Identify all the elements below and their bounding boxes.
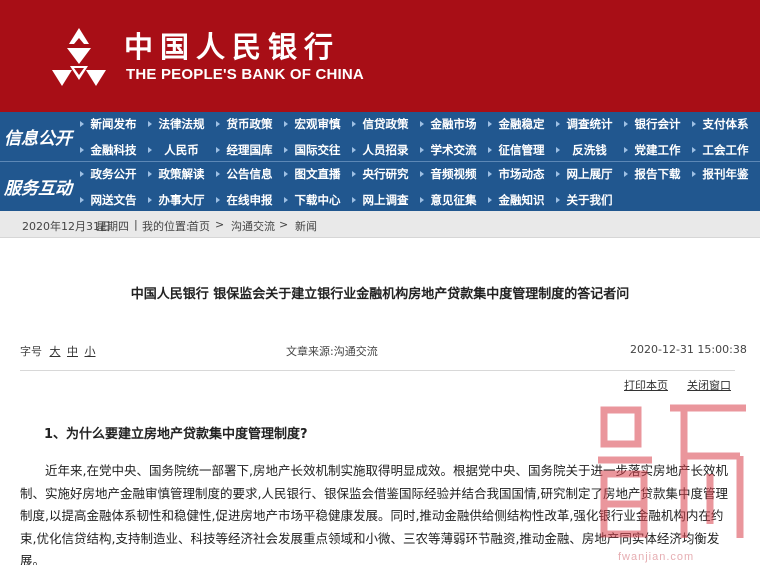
watermark-url: fwanjian.com (618, 551, 695, 563)
breadcrumb-separator: | (134, 218, 138, 231)
print-page-link[interactable]: 打印本页 (624, 377, 668, 393)
nav-item-laws[interactable]: 法律法规 (148, 112, 215, 136)
nav-item-policy-interpretation[interactable]: 政策解读 (148, 162, 215, 186)
nav-item-anti-money-laundering[interactable]: 反洗钱 (556, 138, 623, 162)
article-source: 文章来源:沟通交流 (286, 343, 378, 359)
source-label: 文章来源: (286, 345, 334, 358)
nav-item-union-work[interactable]: 工会工作 (692, 138, 759, 162)
nav-item-treasury[interactable]: 经理国库 (216, 138, 283, 162)
brand-name-cn: 中国人民银行 (124, 30, 341, 64)
font-size-medium[interactable]: 中 (67, 345, 78, 358)
nav-row-2: 金融科技 人民币 经理国库 国际交往 人员招录 学术交流 征信管理 反洗钱 党建… (80, 138, 760, 162)
breadcrumb-arrow: > (279, 218, 289, 231)
nav-item-audio-video[interactable]: 音频视频 (420, 162, 487, 186)
font-size-small[interactable]: 小 (85, 345, 96, 358)
nav-item-feedback[interactable]: 意见征集 (420, 188, 487, 212)
nav-item-news-release[interactable]: 新闻发布 (80, 112, 147, 136)
nav-item-rmb[interactable]: 人民币 (148, 138, 215, 162)
nav-item-credit-policy[interactable]: 信贷政策 (352, 112, 419, 136)
nav-item-live-broadcast[interactable]: 图文直播 (284, 162, 351, 186)
location-label: 我的位置: (142, 220, 190, 233)
nav-item-international[interactable]: 国际交往 (284, 138, 351, 162)
nav-item-circulars[interactable]: 网送文告 (80, 188, 147, 212)
nav-row-4: 网送文告 办事大厅 在线申报 下载中心 网上调查 意见征集 金融知识 关于我们 (80, 188, 760, 212)
font-size-label: 字号 (20, 345, 42, 358)
font-size-large[interactable]: 大 (50, 345, 61, 358)
publish-datetime: 2020-12-31 15:00:38 (630, 343, 747, 356)
nav-item-online-filing[interactable]: 在线申报 (216, 188, 283, 212)
meta-divider (20, 370, 735, 371)
nav-item-market-dynamics[interactable]: 市场动态 (488, 162, 555, 186)
nav-item-download-center[interactable]: 下载中心 (284, 188, 351, 212)
nav-item-government-affairs[interactable]: 政务公开 (80, 162, 147, 186)
close-window-link[interactable]: 关闭窗口 (687, 377, 731, 393)
site-header: 中国人民银行 THE PEOPLE'S BANK OF CHINA (0, 0, 760, 112)
nav-group-service-interaction[interactable]: 服务互动 (0, 162, 80, 211)
nav-item-financial-stability[interactable]: 金融稳定 (488, 112, 555, 136)
nav-item-service-hall[interactable]: 办事大厅 (148, 188, 215, 212)
nav-item-accounting[interactable]: 银行会计 (624, 112, 691, 136)
nav-item-yearbooks[interactable]: 报刊年鉴 (692, 162, 759, 186)
nav-row-1: 新闻发布 法律法规 货币政策 宏观审慎 信贷政策 金融市场 金融稳定 调查统计 … (80, 112, 760, 136)
nav-group-info-disclosure[interactable]: 信息公开 (0, 112, 80, 161)
nav-item-financial-knowledge[interactable]: 金融知识 (488, 188, 555, 212)
brand-name-en: THE PEOPLE'S BANK OF CHINA (126, 66, 364, 83)
main-navigation: 信息公开 服务互动 新闻发布 法律法规 货币政策 宏观审慎 信贷政策 金融市场 … (0, 112, 760, 211)
nav-item-party-building[interactable]: 党建工作 (624, 138, 691, 162)
breadcrumb-current[interactable]: 新闻 (295, 218, 317, 234)
breadcrumb: 2020年12月31日 星期四 | 我的位置: 首页 > 沟通交流 > 新闻 (0, 211, 760, 238)
nav-item-academic[interactable]: 学术交流 (420, 138, 487, 162)
breadcrumb-home[interactable]: 首页 (188, 218, 210, 234)
nav-item-monetary-policy[interactable]: 货币政策 (216, 112, 283, 136)
nav-item-research[interactable]: 央行研究 (352, 162, 419, 186)
nav-item-financial-market[interactable]: 金融市场 (420, 112, 487, 136)
nav-item-about-us[interactable]: 关于我们 (556, 188, 623, 212)
nav-item-statistics[interactable]: 调查统计 (556, 112, 623, 136)
nav-item-announcements[interactable]: 公告信息 (216, 162, 283, 186)
pboc-emblem-icon[interactable] (48, 24, 110, 88)
source-value: 沟通交流 (333, 345, 378, 358)
breadcrumb-arrow: > (215, 218, 225, 231)
current-weekday: 星期四 (96, 220, 129, 233)
article-title: 中国人民银行 银保监会关于建立银行业金融机构房地产贷款集中度管理制度的答记者问 (130, 287, 630, 302)
nav-item-fintech[interactable]: 金融科技 (80, 138, 147, 162)
article-paragraph: 近年来,在党中央、国务院统一部署下,房地产长效机制实施取得明显成效。根据党中央、… (20, 463, 728, 565)
nav-item-macroprudential[interactable]: 宏观审慎 (284, 112, 351, 136)
nav-item-online-exhibition[interactable]: 网上展厅 (556, 162, 623, 186)
font-size-controls: 字号 大 中 小 (20, 343, 96, 359)
nav-item-online-survey[interactable]: 网上调查 (352, 188, 419, 212)
nav-item-credit-reference[interactable]: 征信管理 (488, 138, 555, 162)
nav-row-3: 政务公开 政策解读 公告信息 图文直播 央行研究 音频视频 市场动态 网上展厅 … (80, 162, 760, 186)
nav-item-recruitment[interactable]: 人员招录 (352, 138, 419, 162)
nav-item-payment-system[interactable]: 支付体系 (692, 112, 759, 136)
question-heading: 1、为什么要建立房地产贷款集中度管理制度? (44, 427, 308, 442)
nav-item-report-download[interactable]: 报告下载 (624, 162, 691, 186)
breadcrumb-section[interactable]: 沟通交流 (231, 218, 275, 234)
